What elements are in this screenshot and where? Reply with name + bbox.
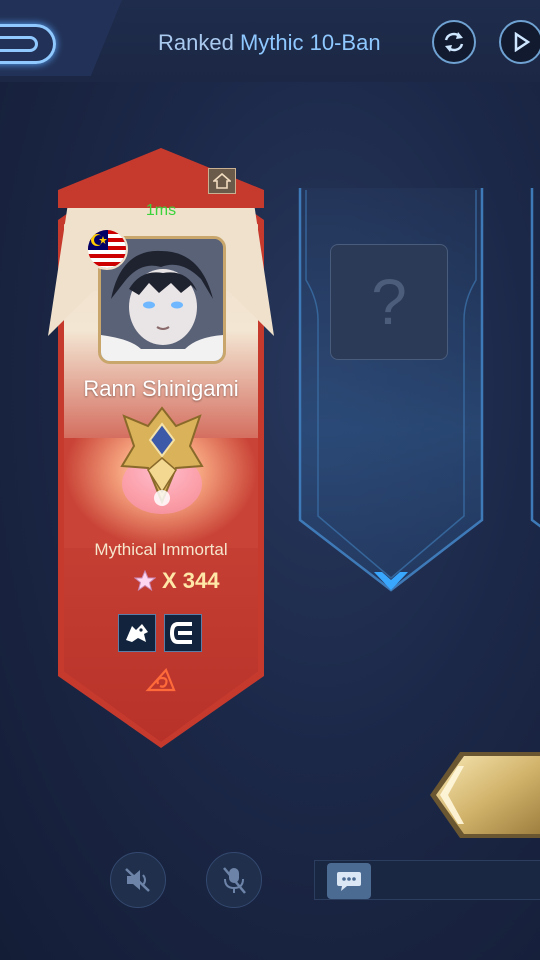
- refresh-button[interactable]: [432, 20, 476, 64]
- badge-row: [118, 614, 202, 652]
- chat-icon: [337, 872, 361, 891]
- ping-label: 1ms: [145, 202, 177, 219]
- back-button[interactable]: [0, 24, 56, 64]
- stars-count: X 344: [162, 568, 220, 593]
- star-icon: [134, 570, 156, 592]
- refresh-icon: [444, 32, 464, 52]
- wolf-badge-icon[interactable]: [118, 614, 156, 652]
- e-badge-icon[interactable]: [164, 614, 202, 652]
- unknown-player-avatar: ?: [330, 244, 448, 360]
- leaf-village-icon: [144, 666, 180, 696]
- top-bar: Ranked Mythic 10-Ban: [0, 0, 540, 82]
- player-name: Rann Shinigami: [83, 376, 239, 401]
- speaker-muted-icon: [125, 868, 150, 892]
- slot-frame: [298, 188, 484, 592]
- chat-button[interactable]: [327, 863, 371, 899]
- rank-emblem-icon: [116, 406, 208, 518]
- mode-title-prefix: Ranked: [158, 30, 240, 55]
- play-icon: [514, 32, 531, 52]
- slot-frame-partial: [530, 188, 540, 528]
- rank-name: Mythical Immortal: [94, 540, 228, 559]
- mic-toggle-button[interactable]: [206, 852, 262, 908]
- ready-button[interactable]: [430, 752, 540, 838]
- speaker-toggle-button[interactable]: [110, 852, 166, 908]
- chat-input-bar[interactable]: [314, 860, 540, 900]
- mode-title: Ranked Mythic 10-Ban: [158, 30, 381, 56]
- home-icon: [208, 168, 236, 194]
- player-card[interactable]: 1ms Rann Shinigami Mythical Immortal X 3…: [48, 148, 274, 748]
- play-button[interactable]: [499, 20, 540, 64]
- mic-muted-icon: [223, 867, 246, 894]
- empty-player-slot[interactable]: ?: [296, 180, 486, 600]
- rank-stars: X 344: [134, 568, 220, 594]
- malaysia-flag-icon: [86, 228, 128, 270]
- mode-title-highlight: Mythic 10-Ban: [239, 30, 381, 55]
- empty-player-slot-partial[interactable]: [528, 180, 540, 600]
